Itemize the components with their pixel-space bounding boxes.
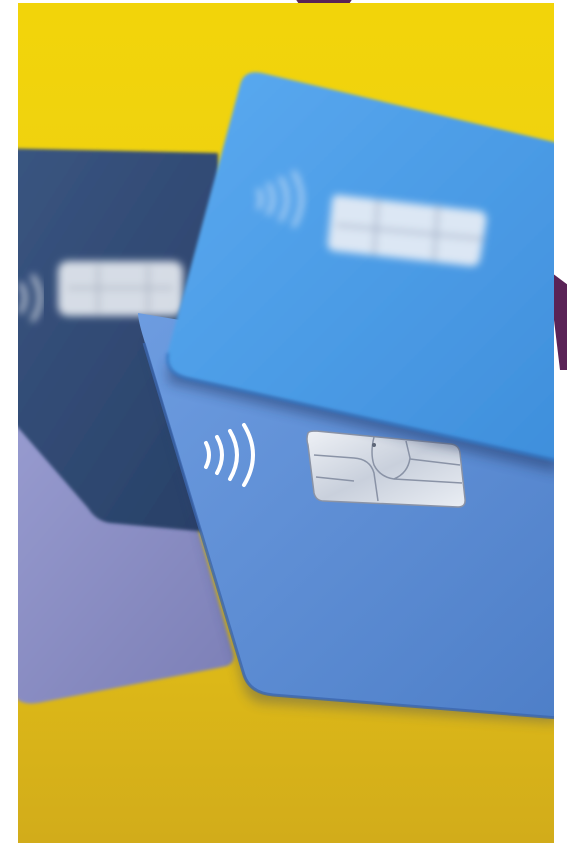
photo-illustration	[18, 3, 554, 843]
navy-card-chip-icon	[58, 261, 183, 316]
payment-cards-photo	[18, 3, 554, 843]
page	[0, 0, 567, 843]
